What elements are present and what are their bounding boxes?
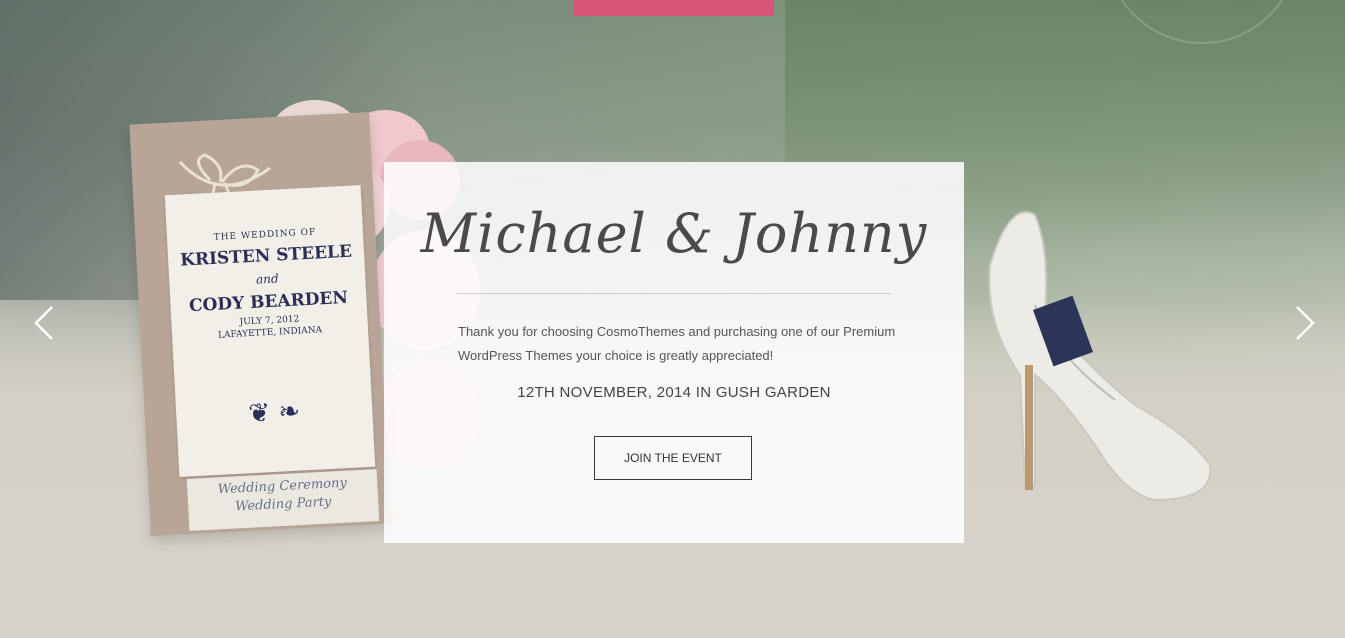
wedding-invitation-card: THE WEDDING OF KRISTEN STEELE and CODY B… [164,185,376,477]
previous-slide-chevron-left-icon[interactable] [26,303,66,343]
join-event-button[interactable]: JOIN THE EVENT [594,436,752,480]
flourish-ornament-icon: ❦ ❧ [247,396,301,430]
next-slide-chevron-right-icon[interactable] [1283,303,1323,343]
hero-slider: THE WEDDING OF KRISTEN STEELE and CODY B… [0,0,1345,638]
heading-divider [457,293,891,294]
high-heel-shoe-image [988,211,1212,502]
invitation-sub-card: Wedding Ceremony Wedding Party [186,469,380,531]
top-accent-tab [574,0,774,16]
event-info-panel: Michael & Johnny Thank you for choosing … [384,162,964,543]
thank-you-message: Thank you for choosing CosmoThemes and p… [458,324,896,363]
event-date-location: 12TH NOVEMBER, 2014 IN GUSH GARDEN [517,384,831,401]
invite-line-2: KRISTEN STEELE [179,241,353,271]
couple-names-heading: Michael & Johnny [420,202,928,265]
